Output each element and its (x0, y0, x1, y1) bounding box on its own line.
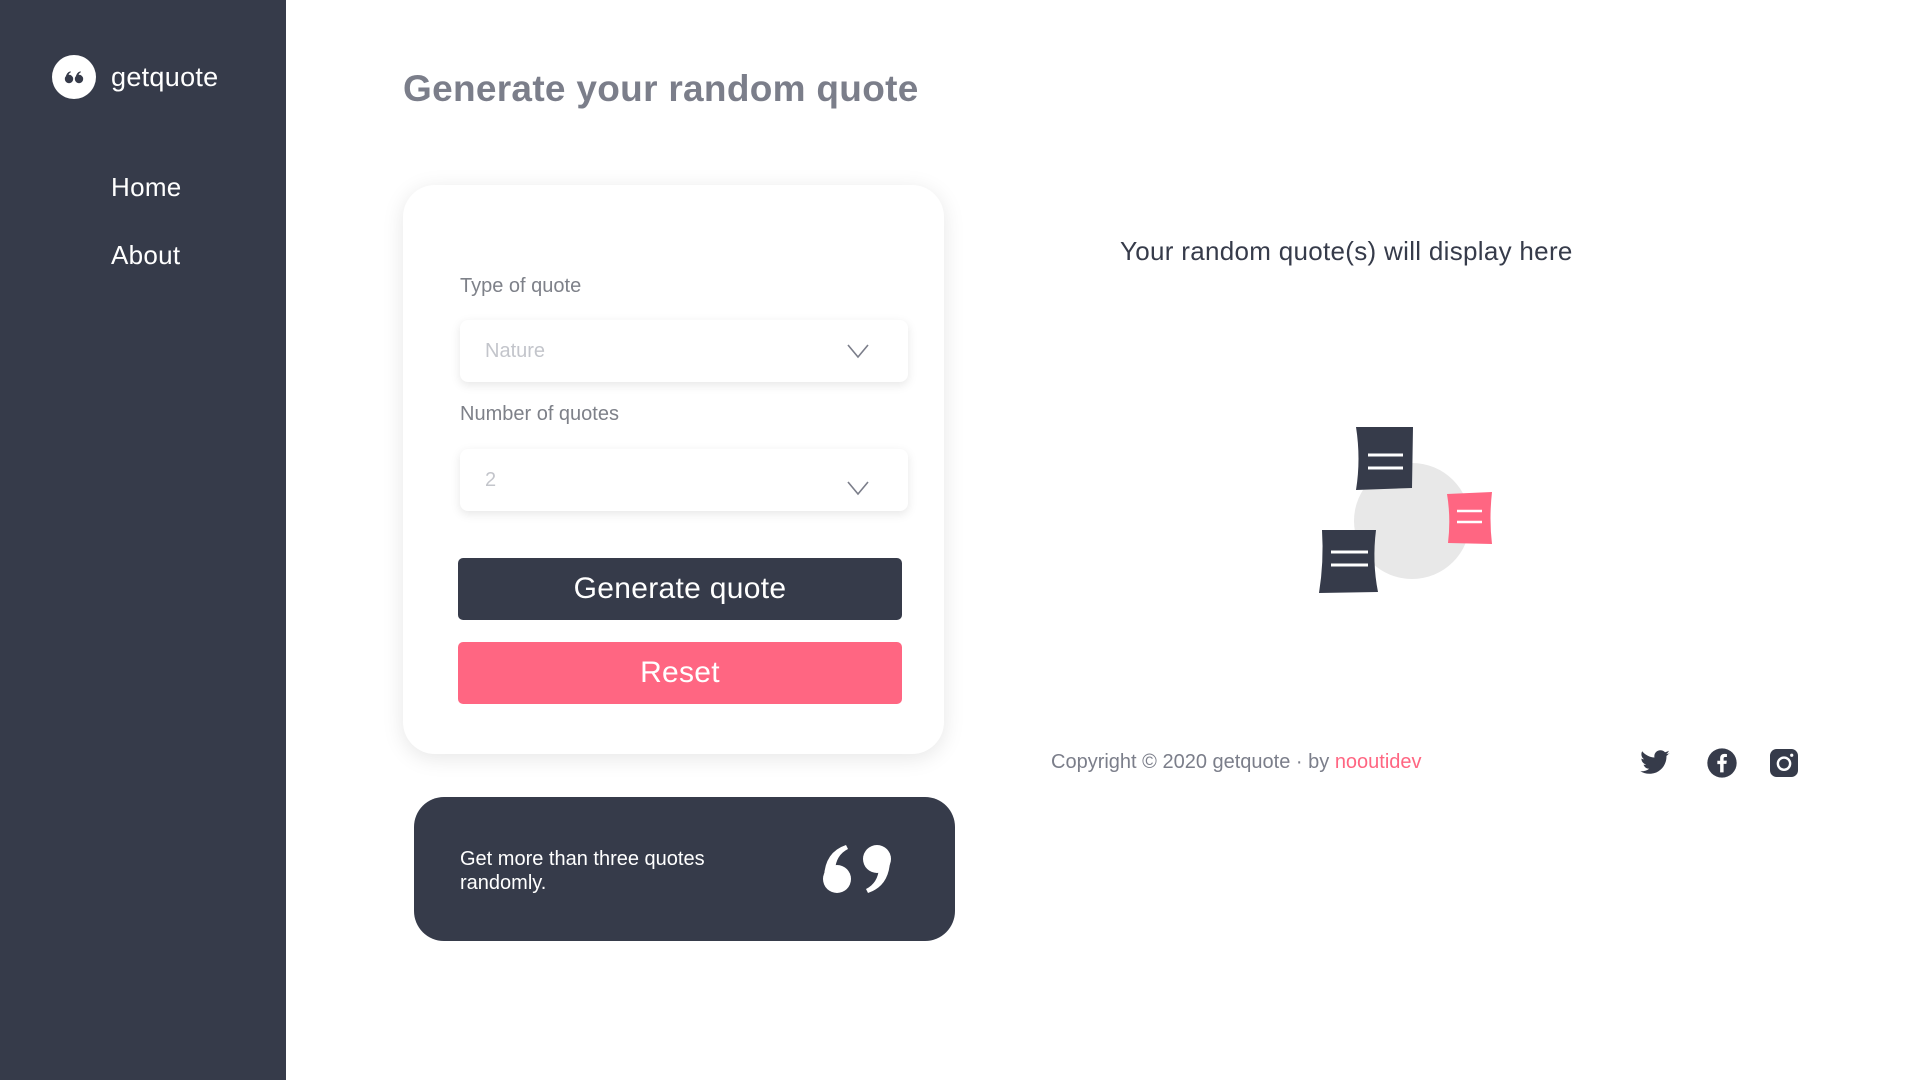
quote-display-placeholder: Your random quote(s) will display here (1120, 236, 1573, 266)
number-of-quotes-select[interactable]: 2 (460, 449, 908, 511)
generate-quote-button[interactable]: Generate quote (458, 558, 902, 620)
sidebar: getquote Home About (0, 0, 286, 1080)
chevron-down-icon (847, 481, 869, 496)
empty-quotes-illustration (1319, 427, 1492, 593)
brand-name: getquote (111, 61, 219, 92)
type-of-quote-select[interactable]: Nature (460, 320, 908, 382)
quote-form-card: Type of quote Nature Number of quotes 2 … (403, 185, 944, 754)
quote-marks-icon (823, 845, 891, 893)
facebook-icon[interactable] (1706, 747, 1738, 779)
promo-text: Get more than three quotes randomly. (460, 848, 705, 894)
page-title: Generate your random quote (403, 68, 919, 109)
nav-item-home[interactable]: Home (111, 172, 182, 203)
instagram-icon[interactable] (1768, 747, 1800, 779)
type-of-quote-value: Nature (485, 340, 546, 362)
author-link[interactable]: nooutidev (1335, 751, 1422, 773)
number-of-quotes-label: Number of quotes (460, 403, 619, 425)
promo-card: Get more than three quotes randomly. (414, 797, 955, 941)
chevron-down-icon (847, 344, 869, 359)
copyright-prefix: Copyright © 2020 getquote · by (1051, 751, 1335, 773)
twitter-icon[interactable] (1639, 747, 1671, 779)
quote-logo-icon (52, 55, 96, 99)
brand-link[interactable]: getquote (52, 55, 219, 99)
type-of-quote-label: Type of quote (460, 275, 582, 297)
copyright-text: Copyright © 2020 getquote · by nooutidev (1051, 751, 1422, 774)
nav-item-about[interactable]: About (111, 240, 180, 271)
reset-button[interactable]: Reset (458, 642, 902, 704)
number-of-quotes-value: 2 (485, 469, 497, 491)
